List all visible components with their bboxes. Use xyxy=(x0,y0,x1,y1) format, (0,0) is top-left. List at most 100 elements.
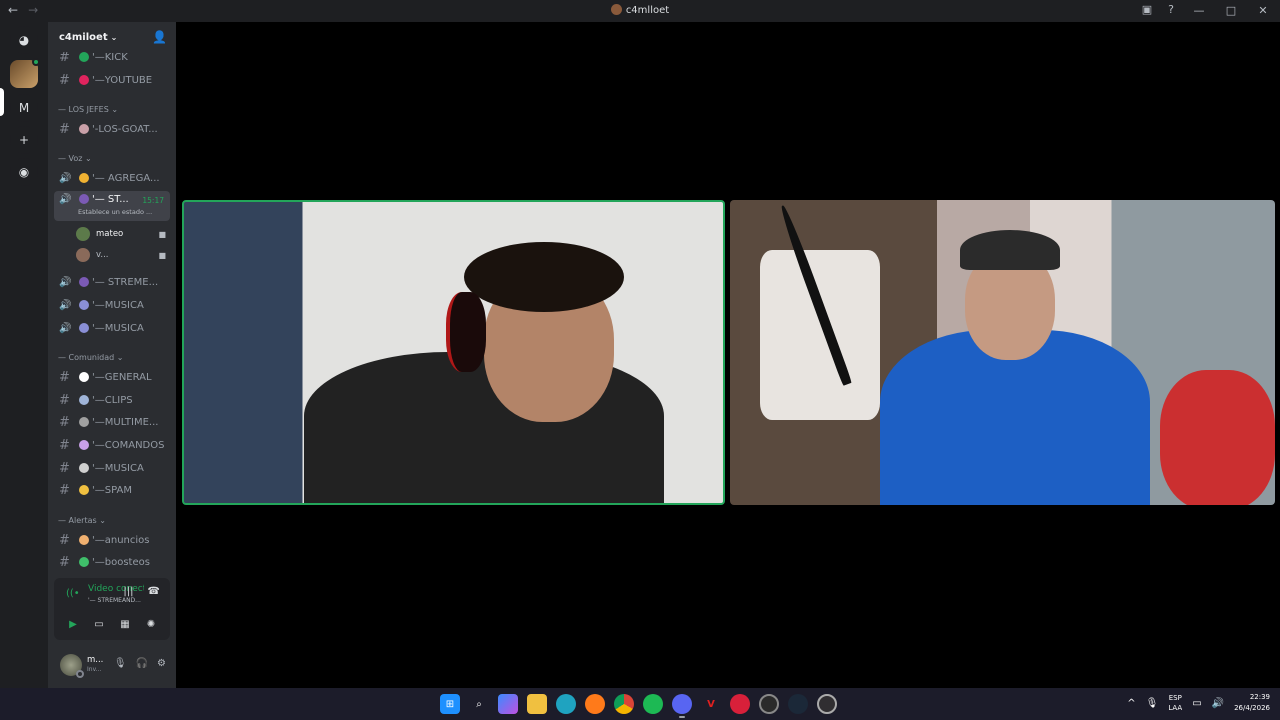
voice-channel-active[interactable]: 🔊 '— ST... 15:17 Establece un estado ... xyxy=(54,191,170,221)
settings-gear-icon[interactable]: ⚙ xyxy=(157,658,166,669)
chrome-icon[interactable] xyxy=(614,694,634,714)
channel-multimedia[interactable]: # '—MULTIME... xyxy=(54,412,170,432)
headset-icon[interactable]: 🎧 xyxy=(136,658,148,669)
system-tray: ^ 🎙 ESP LAA ▭ 🔊 22:39 26/4/2026 xyxy=(1127,692,1270,714)
soundboard-button[interactable]: ✺ xyxy=(138,614,164,634)
username[interactable]: m... xyxy=(87,655,105,665)
firefox-icon[interactable] xyxy=(585,694,605,714)
category-alertas[interactable]: — Alertas ⌄ xyxy=(58,516,106,525)
speaker-icon: 🔊 xyxy=(59,194,72,205)
app-target-icon[interactable] xyxy=(730,694,750,714)
channel-anuncios[interactable]: # '—anuncios xyxy=(54,530,170,550)
windows-start-icon[interactable]: ⊞ xyxy=(440,694,460,714)
video-tile[interactable] xyxy=(730,200,1275,505)
notification-dot xyxy=(32,58,40,66)
obs-icon[interactable] xyxy=(817,694,837,714)
camera-button[interactable]: ▶ xyxy=(60,614,86,634)
participant-headphones xyxy=(446,292,486,372)
microphone-icon[interactable]: 🎙 xyxy=(114,658,127,669)
voice-channel-musica-2[interactable]: 🔊 '—MUSICA xyxy=(54,318,170,338)
participant-cap xyxy=(960,230,1060,270)
voice-connected-panel: ((• Video conectado '— STREMEAND... ||| … xyxy=(54,578,170,640)
selected-server-indicator xyxy=(0,88,4,116)
show-hidden-icons-chevron-icon[interactable]: ^ xyxy=(1127,698,1135,709)
participant-hair xyxy=(464,242,624,312)
voice-user-mateo[interactable]: mateo ■ xyxy=(76,225,166,243)
hash-icon: # xyxy=(59,554,70,570)
server-icon-c4miloet[interactable] xyxy=(10,58,40,88)
channel-los-goat[interactable]: # '-LOS-GOAT... xyxy=(54,119,170,139)
edge-icon[interactable] xyxy=(556,694,576,714)
user-panel: m... Inv... 🎙 🎧 ⚙ xyxy=(54,648,170,682)
background-jersey xyxy=(760,250,880,420)
category-comunidad[interactable]: — Comunidad ⌄ xyxy=(58,353,123,362)
channel-sidebar: c4miloet ⌄ 👤 # '—KICK # '—YOUTUBE — LOS JE… xyxy=(48,22,176,688)
hash-icon: # xyxy=(59,72,70,88)
back-arrow-icon[interactable]: ← xyxy=(8,3,18,17)
camera-icon: ■ xyxy=(158,250,166,260)
server-name: c4miloet xyxy=(59,31,108,43)
channel-comandos[interactable]: # '—COMANDOS xyxy=(54,435,170,455)
red-light xyxy=(1160,370,1275,505)
close-button[interactable]: ✕ xyxy=(1252,4,1274,17)
help-icon[interactable]: ? xyxy=(1164,2,1178,18)
discord-icon[interactable] xyxy=(672,694,692,718)
file-explorer-icon[interactable] xyxy=(527,694,547,714)
microphone-icon[interactable]: 🎙 xyxy=(1146,698,1159,709)
channel-spam[interactable]: # '—SPAM xyxy=(54,480,170,500)
disconnect-icon[interactable]: ☎ xyxy=(148,586,160,597)
inbox-icon[interactable]: ▣ xyxy=(1140,2,1154,18)
video-tile-speaking[interactable] xyxy=(182,200,725,505)
video-stage xyxy=(176,22,1280,688)
maximize-button[interactable]: □ xyxy=(1220,4,1242,17)
hash-icon: # xyxy=(59,482,70,498)
activities-button[interactable]: ▦ xyxy=(112,614,138,634)
channel-clips[interactable]: # '—CLIPS xyxy=(54,390,170,410)
clock[interactable]: 22:39 26/4/2026 xyxy=(1234,692,1270,714)
avatar xyxy=(76,248,90,262)
voice-channel-name[interactable]: '— STREMEAND... xyxy=(88,597,144,604)
spotify-icon[interactable] xyxy=(643,694,663,714)
avatar[interactable] xyxy=(60,654,84,678)
language-indicator[interactable]: ESP LAA xyxy=(1168,693,1182,713)
set-status-hint[interactable]: Establece un estado ... xyxy=(78,208,152,216)
channel-musica[interactable]: # '—MUSICA xyxy=(54,458,170,478)
speaker-icon: 🔊 xyxy=(59,172,72,184)
minimize-button[interactable]: — xyxy=(1188,4,1210,17)
server-header[interactable]: c4miloet ⌄ 👤 xyxy=(48,22,176,52)
connection-signal-icon[interactable]: ((• xyxy=(66,588,80,599)
add-server-icon[interactable]: + xyxy=(10,126,38,154)
discord-home-icon[interactable]: ◕ xyxy=(10,26,38,54)
avatar xyxy=(76,227,90,241)
noise-suppression-icon[interactable]: ||| xyxy=(123,586,133,597)
speaker-icon: 🔊 xyxy=(59,276,72,288)
channel-youtube[interactable]: # '—YOUTUBE xyxy=(54,70,170,90)
chevron-down-icon: ⌄ xyxy=(110,32,118,42)
forward-arrow-icon[interactable]: → xyxy=(28,3,38,17)
hash-icon: # xyxy=(59,437,70,453)
channel-general[interactable]: # '—GENERAL xyxy=(54,367,170,387)
user-status: Inv... xyxy=(87,666,102,673)
category-los-jefes[interactable]: — LOS JEFES ⌄ xyxy=(58,105,118,114)
share-screen-button[interactable]: ▭ xyxy=(86,614,112,634)
category-voz[interactable]: — Voz ⌄ xyxy=(58,154,92,163)
app-red-icon[interactable]: V xyxy=(701,694,721,714)
discover-icon[interactable]: ◉ xyxy=(10,158,38,186)
search-icon[interactable]: ⌕ xyxy=(469,694,489,714)
voice-channel-streme[interactable]: 🔊 '— STREME... xyxy=(54,272,170,292)
app-alt-icon[interactable] xyxy=(759,694,779,714)
voice-user-2[interactable]: v... ■ xyxy=(76,246,166,264)
steam-icon[interactable] xyxy=(788,694,808,714)
display-icon[interactable]: ▭ xyxy=(1192,698,1201,709)
server-icon-m[interactable]: M xyxy=(10,94,38,122)
voice-channel-agrega[interactable]: 🔊 '— AGREGA... xyxy=(54,168,170,188)
voice-channel-musica-1[interactable]: 🔊 '—MUSICA xyxy=(54,295,170,315)
copilot-icon[interactable] xyxy=(498,694,518,714)
invite-people-icon[interactable]: 👤 xyxy=(152,30,167,44)
speaker-icon: 🔊 xyxy=(59,299,72,311)
volume-icon[interactable]: 🔊 xyxy=(1212,698,1224,709)
channel-list: # '—KICK # '—YOUTUBE — LOS JEFES ⌄ # '-LOS-… xyxy=(48,52,176,597)
channel-boosteos[interactable]: # '—boosteos xyxy=(54,552,170,572)
channel-kick[interactable]: # '—KICK xyxy=(54,52,170,67)
hash-icon: # xyxy=(59,414,70,430)
